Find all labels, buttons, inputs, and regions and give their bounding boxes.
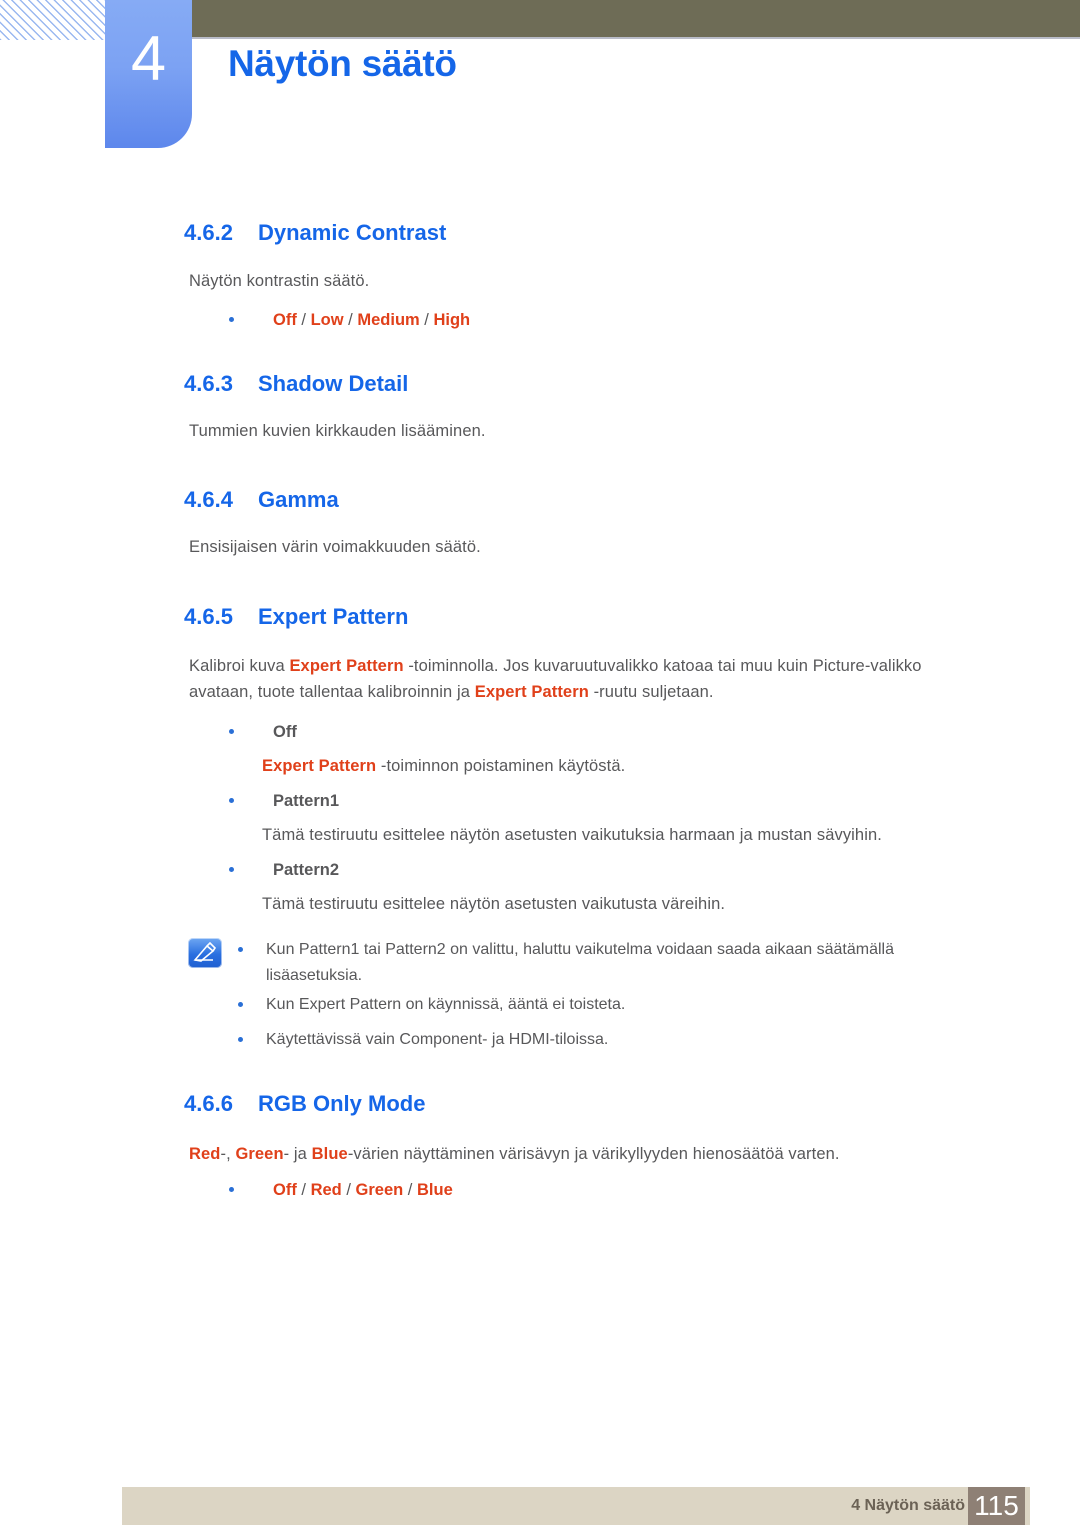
note-line-2-text: Kun Expert Pattern on käynnissä, ääntä e… (266, 992, 958, 1018)
expert-item-desc-off: Expert Pattern -toiminnon poistaminen kä… (262, 753, 625, 779)
page-number: 115 (974, 1490, 1019, 1521)
intro-text-c: avataan, tuote tallentaa kalibroinnin ja (189, 683, 475, 701)
section-number: 4.6.6 (184, 1091, 233, 1116)
expert-desc-text-off: -toiminnon poistaminen käytöstä. (376, 757, 626, 775)
option-list-dynamic-contrast: Off / Low / Medium / High (229, 307, 470, 333)
rgb-text-a: -, (220, 1145, 236, 1163)
term-expert-pattern: Expert Pattern (289, 657, 404, 675)
section-number: 4.6.3 (184, 371, 233, 396)
section-title: RGB Only Mode (258, 1091, 426, 1116)
section-number: 4.6.5 (184, 604, 233, 629)
expert-item-off: Off (229, 719, 297, 745)
section-heading-4-6-5: 4.6.5 Expert Pattern (184, 603, 408, 631)
option-medium: Medium (357, 311, 420, 329)
intro-text-b: -toiminnolla. Jos kuvaruutuvalikko katoa… (403, 657, 922, 675)
section-number: 4.6.4 (184, 487, 233, 512)
term-blue: Blue (311, 1145, 348, 1163)
footer-label: 4 Näytön säätö (851, 1497, 965, 1514)
expert-item-label-pattern1: Pattern1 (273, 792, 340, 810)
note-line-1-text: Kun Pattern1 tai Pattern2 on valittu, ha… (266, 937, 958, 989)
chapter-number: 4 (130, 24, 167, 94)
section-heading-4-6-6: 4.6.6 RGB Only Mode (184, 1090, 425, 1118)
chapter-tab: 4 (105, 0, 192, 148)
option-off: Off (273, 311, 297, 329)
term-expert-pattern-3: Expert Pattern (262, 757, 377, 775)
section-heading-4-6-2: 4.6.2 Dynamic Contrast (184, 219, 446, 247)
bullet-dot-icon (238, 1037, 243, 1042)
section-paragraph-4-6-6: Red-, Green- ja Blue-värien näyttäminen … (189, 1141, 840, 1167)
rgb-text-c: -värien näyttäminen värisävyn ja värikyl… (347, 1145, 840, 1163)
bullet-dot-icon (229, 317, 234, 322)
note-pen-icon (188, 938, 222, 968)
page-title: Näytön säätö (228, 43, 457, 84)
bullet-dot-icon (229, 798, 234, 803)
option-list-text: Off / Low / Medium / High (273, 311, 471, 329)
note-text-d: Kun (266, 996, 299, 1013)
expert-item-pattern2: Pattern2 (229, 857, 339, 883)
option-low: Low (310, 311, 344, 329)
expert-item-pattern1: Pattern1 (229, 788, 339, 814)
note-text-e: on käynnissä, ääntä ei toisteta. (401, 996, 626, 1013)
option-high: High (433, 311, 471, 329)
intro-text-a: Kalibroi kuva (189, 657, 290, 675)
hatch-decoration (0, 0, 108, 40)
expert-item-label-off: Off (273, 723, 297, 741)
bullet-dot-icon (238, 947, 243, 952)
note-line-2: Kun Expert Pattern on käynnissä, ääntä e… (238, 992, 958, 1018)
section-title: Shadow Detail (258, 371, 409, 396)
expert-item-desc-pattern1: Tämä testiruutu esittelee näytön asetust… (262, 826, 882, 844)
rgb-text-b: - ja (283, 1145, 312, 1163)
option-off-rgb: Off (273, 1181, 297, 1199)
term-red: Red (189, 1145, 221, 1163)
option-list-text-rgb: Off / Red / Green / Blue (273, 1181, 453, 1199)
expert-item-desc-pattern2: Tämä testiruutu esittelee näytön asetust… (262, 895, 726, 913)
note-line-3: Käytettävissä vain Component- ja HDMI-ti… (238, 1027, 958, 1053)
section-title: Gamma (258, 487, 339, 512)
expert-item-label-pattern2: Pattern2 (273, 861, 340, 879)
section-title: Expert Pattern (258, 604, 409, 629)
note-text-a: Kun (266, 941, 299, 958)
note-text-b: tai (359, 941, 386, 958)
section-heading-4-6-3: 4.6.3 Shadow Detail (184, 370, 408, 398)
bullet-dot-icon (229, 867, 234, 872)
bullet-dot-icon (229, 729, 234, 734)
header-olive-bar (192, 0, 1080, 39)
note-line-3-text: Käytettävissä vain Component- ja HDMI-ti… (266, 1031, 609, 1048)
section-paragraph-4-6-4: Ensisijaisen värin voimakkuuden säätö. (189, 538, 481, 556)
option-green: Green (355, 1181, 404, 1199)
term-expert-pattern-4: Expert Pattern (298, 996, 402, 1013)
section-paragraph-4-6-3: Tummien kuvien kirkkauden lisääminen. (189, 422, 486, 440)
option-red: Red (310, 1181, 342, 1199)
intro-text-d: -ruutu suljetaan. (588, 683, 714, 701)
section-paragraph-4-6-5: Kalibroi kuva Expert Pattern -toiminnoll… (189, 653, 989, 705)
note-line-1: Kun Pattern1 tai Pattern2 on valittu, ha… (238, 937, 958, 989)
page-number-box: 115 (968, 1487, 1025, 1525)
option-list-rgb-only-mode: Off / Red / Green / Blue (229, 1177, 453, 1203)
section-paragraph-4-6-2: Näytön kontrastin säätö. (189, 272, 370, 290)
term-green: Green (235, 1145, 284, 1163)
option-blue: Blue (416, 1181, 453, 1199)
bullet-dot-icon (238, 1002, 243, 1007)
section-title: Dynamic Contrast (258, 220, 447, 245)
section-heading-4-6-4: 4.6.4 Gamma (184, 486, 339, 514)
bullet-dot-icon (229, 1187, 234, 1192)
term-pattern2: Pattern2 (385, 941, 446, 958)
term-expert-pattern-2: Expert Pattern (474, 683, 589, 701)
section-number: 4.6.2 (184, 220, 233, 245)
term-pattern1: Pattern1 (298, 941, 360, 958)
